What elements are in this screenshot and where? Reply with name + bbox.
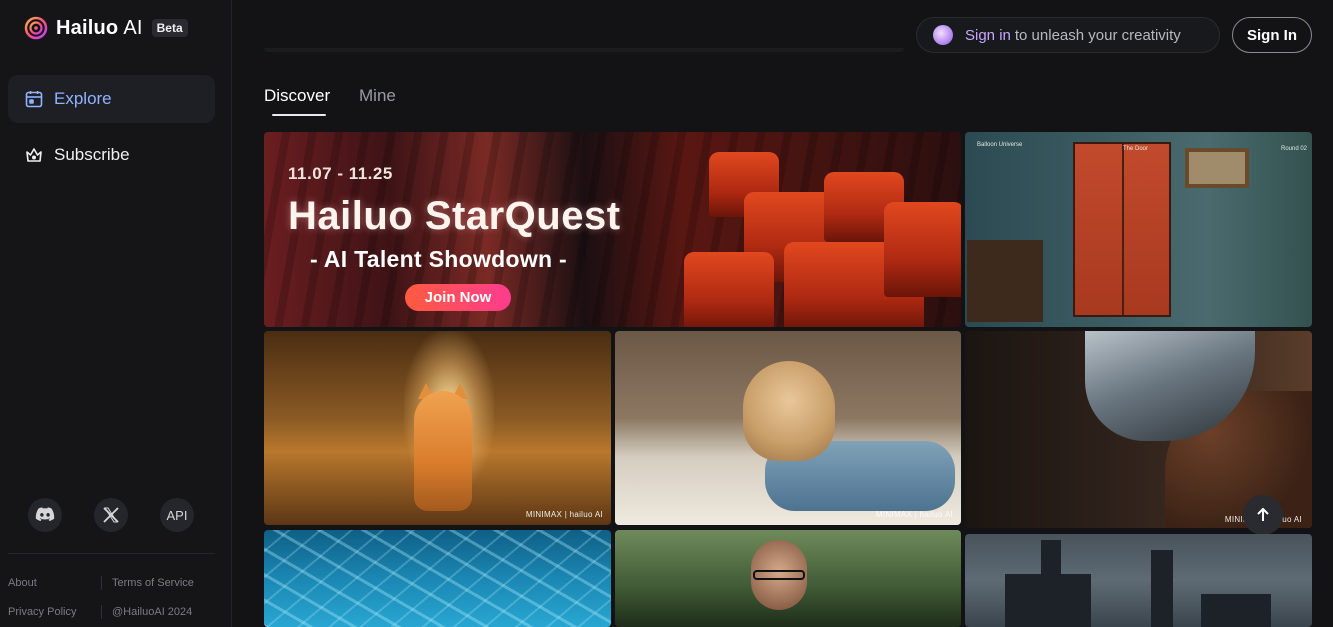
seat-image <box>684 252 774 327</box>
dresser <box>967 240 1043 322</box>
sidebar-item-explore[interactable]: Explore <box>8 75 215 123</box>
building <box>1005 574 1091 627</box>
chimney <box>1151 550 1173 627</box>
seat-image <box>884 202 961 297</box>
signin-prompt-accent: Sign in <box>965 26 1011 44</box>
sidebar-item-label: Subscribe <box>54 145 130 164</box>
footer-handle: @HailuoAI 2024 <box>112 606 193 618</box>
tab-mine[interactable]: Mine <box>359 86 396 106</box>
hailuo-logo-icon <box>24 16 48 40</box>
api-button[interactable]: API <box>160 498 194 532</box>
gallery-card-pool[interactable] <box>264 530 611 627</box>
banner-date: 11.07 - 11.25 <box>288 164 393 183</box>
x-button[interactable] <box>94 498 128 532</box>
api-label: API <box>166 507 188 523</box>
shell-icon <box>933 25 953 45</box>
banner-subtitle: - AI Talent Showdown - <box>310 246 568 272</box>
cat-figure <box>414 391 472 511</box>
gallery-card-cat[interactable]: MINIMAX | hailuo AI <box>264 331 611 525</box>
discord-button[interactable] <box>28 498 62 532</box>
tab-discover[interactable]: Discover <box>264 86 330 106</box>
footer-about-link[interactable]: About <box>8 577 37 589</box>
picture-frame <box>1185 148 1249 188</box>
sidebar: Hailuo AI Beta Explore Subscribe API Abo… <box>0 0 232 627</box>
crown-icon <box>26 148 42 162</box>
gallery-card-wardrobe[interactable]: Balloon Universe The Door Round 02 <box>965 132 1312 327</box>
signin-prompt[interactable]: Sign in to unleash your creativity <box>916 17 1220 53</box>
tab-active-indicator <box>272 114 326 116</box>
sidebar-divider <box>8 553 215 554</box>
glasses <box>753 570 805 580</box>
signin-prompt-text: to unleash your creativity <box>1014 26 1181 44</box>
gallery-card-man[interactable] <box>615 530 961 627</box>
building <box>1201 594 1271 627</box>
prompt-bar <box>264 48 904 52</box>
sidebar-item-subscribe[interactable]: Subscribe <box>8 131 215 179</box>
beta-badge: Beta <box>151 19 188 37</box>
footer-terms-link[interactable]: Terms of Service <box>112 577 194 589</box>
calendar-icon <box>25 91 43 108</box>
banner-title: Hailuo StarQuest <box>288 194 621 238</box>
red-wardrobe <box>1073 142 1171 317</box>
wardrobe-caption-right: Round 02 <box>1281 146 1308 152</box>
water-caustics <box>264 530 611 627</box>
join-now-button[interactable]: Join Now <box>405 284 511 311</box>
footer-separator <box>101 576 102 590</box>
brand-name-text: Hailuo <box>56 16 119 39</box>
gallery-card-puppy[interactable]: MINIMAX | hailuo AI <box>615 331 961 525</box>
signin-button[interactable]: Sign In <box>1232 17 1312 53</box>
gallery-card-tower[interactable] <box>965 534 1312 627</box>
discord-icon <box>35 507 55 522</box>
watermark: MINIMAX | hailuo AI <box>875 510 953 519</box>
starquest-banner[interactable]: 11.07 - 11.25 Hailuo StarQuest - AI Tale… <box>264 132 961 327</box>
water-tower <box>1041 540 1061 576</box>
x-icon <box>103 507 119 523</box>
brand-name: Hailuo AI <box>56 17 143 40</box>
brand-suffix: AI <box>123 16 143 39</box>
wardrobe-caption-mid: The Door <box>1123 146 1149 152</box>
puppy-figure <box>743 361 835 461</box>
wardrobe-caption-left: Balloon Universe <box>977 142 1023 148</box>
sidebar-item-label: Explore <box>54 89 112 108</box>
footer-separator <box>101 605 102 619</box>
app-root: Hailuo AI Beta Explore Subscribe API Abo… <box>0 0 1333 627</box>
logo[interactable]: Hailuo AI Beta <box>24 16 188 40</box>
footer-privacy-link[interactable]: Privacy Policy <box>8 606 76 618</box>
scroll-top-button[interactable] <box>1243 495 1283 535</box>
arrow-up-icon <box>1257 507 1269 521</box>
watermark: MINIMAX | hailuo AI <box>525 510 603 519</box>
